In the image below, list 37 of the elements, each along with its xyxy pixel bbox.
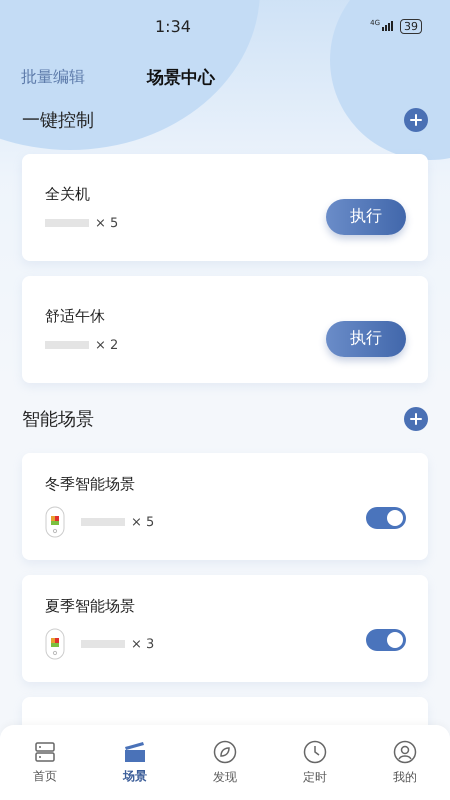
device-count: × 2 [95,338,118,352]
clapperboard-icon [123,740,147,762]
device-count: × 5 [131,514,154,530]
redacted-bar [81,518,125,526]
plus-icon [410,114,422,126]
redacted-bar [81,640,125,648]
battery-level: 39 [400,18,422,34]
scene-name: 舒适午休 [45,306,106,326]
tab-item[interactable]: 我的 [360,725,450,800]
clock-icon [303,740,327,764]
plus-icon [410,413,422,425]
server-icon [34,740,56,762]
scene-name: 冬季智能场景 [45,475,136,494]
device-count: × 5 [95,216,118,230]
tab-item[interactable]: 场景 [90,725,180,800]
tab-item[interactable]: 定时 [270,725,360,800]
device-count: × 3 [131,636,154,652]
execute-button[interactable]: 执行 [326,320,406,356]
redacted-bar [45,219,89,227]
add-button[interactable] [404,407,428,431]
device-icon [45,628,65,660]
status-time: 1:34 [155,16,191,36]
tab-item[interactable]: 发现 [180,725,270,800]
toggle-switch[interactable] [366,506,406,528]
user-icon [393,740,417,764]
compass-icon [213,740,237,764]
device-icon [45,506,65,538]
section-title: 智能场景 [22,408,94,431]
execute-button[interactable]: 执行 [326,198,406,234]
scene-name: 全关机 [45,184,91,204]
toggle-switch[interactable] [366,628,406,650]
section-title: 一键控制 [22,109,94,132]
signal-icon [382,21,394,31]
tab-item[interactable]: 首页 [0,725,90,800]
page-title: 场景中心 [147,66,215,88]
redacted-bar [45,341,89,349]
scene-name: 夏季智能场景 [45,597,136,616]
